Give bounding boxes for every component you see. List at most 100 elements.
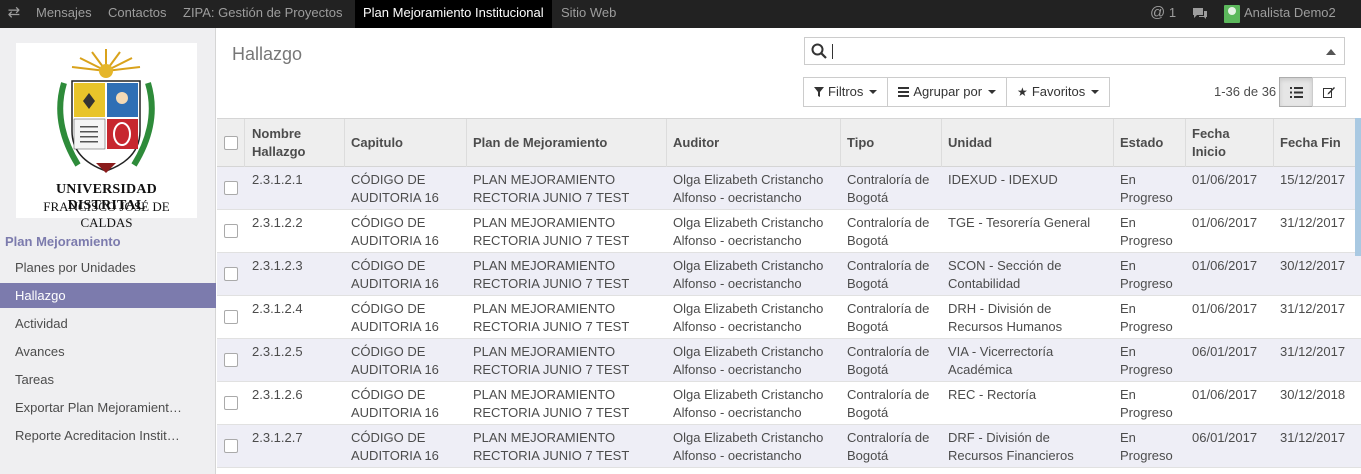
user-menu[interactable]: Analista Demo2 — [1224, 0, 1336, 28]
filters-button[interactable]: Filtros — [803, 77, 889, 107]
cell-auditor: Olga Elizabeth Cristancho Alfonso - oecri… — [666, 386, 823, 422]
col-fecha-inicio[interactable]: Fecha Inicio — [1185, 119, 1274, 167]
cell-line: Contraloría de — [847, 387, 930, 402]
cell-capitulo: CÓDIGO DE AUDITORIA 16 — [344, 386, 439, 422]
sidebar-item-tareas[interactable]: Tareas — [0, 367, 216, 392]
cell-line: Bogotá — [847, 190, 889, 205]
table-row[interactable]: 2.3.1.2.4 CÓDIGO DE AUDITORIA 16 PLAN MEJOR… — [217, 296, 1361, 339]
cell-line: Bogotá — [847, 405, 889, 420]
avatar — [1224, 4, 1240, 23]
logo-line2: FRANCISCO JOSÉ DE CALDAS — [43, 199, 170, 230]
cell-fin: 30/12/2018 — [1280, 387, 1346, 402]
list-view-button[interactable] — [1279, 77, 1313, 107]
cell-line: Progreso — [1120, 362, 1173, 377]
col-auditor[interactable]: Auditor — [666, 119, 841, 167]
nav-zipa[interactable]: ZIPA: Gestión de Proyectos — [175, 0, 350, 28]
col-fecha-fin[interactable]: Fecha Fin — [1273, 119, 1361, 167]
cell-inicio: 06/01/2017 — [1192, 344, 1258, 359]
search-input[interactable] — [804, 37, 1345, 65]
cell-inicio: 01/06/2017 — [1192, 215, 1258, 230]
row-checkbox[interactable] — [224, 267, 238, 281]
search-options-toggle-icon[interactable] — [1326, 49, 1336, 55]
table-row[interactable]: 2.3.1.2.3 CÓDIGO DE AUDITORIA 16 PLAN MEJOR… — [217, 253, 1361, 296]
cell-line: PLAN MEJORAMIENTO — [473, 215, 616, 230]
col-unidad[interactable]: Unidad — [941, 119, 1114, 167]
cell-line: CÓDIGO DE — [351, 301, 426, 316]
edit-icon — [1323, 87, 1335, 98]
row-checkbox[interactable] — [224, 396, 238, 410]
cell-line: Alfonso - oecristancho — [673, 319, 802, 334]
sidebar-item-planes-por-unidades[interactable]: Planes por Unidades — [0, 255, 216, 280]
coat-of-arms-icon — [57, 49, 155, 173]
table-row[interactable]: 2.3.1.2.2 CÓDIGO DE AUDITORIA 16 PLAN MEJOR… — [217, 210, 1361, 253]
cell-line: SCON - Sección de — [948, 258, 1062, 273]
col-nombre-hallazgo-label: Nombre Hallazgo — [252, 126, 306, 159]
cell-tipo: Contraloría de Bogotá — [840, 257, 929, 293]
menu-toggle-icon[interactable]: ⇄ — [4, 3, 24, 23]
table-row[interactable]: 2.3.1.2.6 CÓDIGO DE AUDITORIA 16 PLAN MEJOR… — [217, 382, 1361, 425]
cell-line: DRF - División de — [948, 430, 1050, 445]
row-checkbox[interactable] — [224, 439, 238, 453]
sidebar-item-actividad[interactable]: Actividad — [0, 311, 216, 336]
pager-value[interactable]: 1-36 de 36 — [1214, 84, 1276, 99]
col-estado[interactable]: Estado — [1113, 119, 1186, 167]
cell-line: AUDITORIA 16 — [351, 190, 439, 205]
cell-capitulo: CÓDIGO DE AUDITORIA 16 — [344, 257, 439, 293]
cell-line: Progreso — [1120, 190, 1173, 205]
favorites-button[interactable]: ★ Favoritos — [1006, 77, 1111, 107]
cell-fin: 31/12/2017 — [1280, 344, 1346, 359]
col-nombre-hallazgo[interactable]: Nombre Hallazgo — [245, 119, 345, 167]
col-capitulo[interactable]: Capitulo — [344, 119, 467, 167]
sidebar-section-title: Plan Mejoramiento — [5, 234, 121, 249]
mentions-count: 1 — [1168, 5, 1177, 20]
cell-capitulo: CÓDIGO DE AUDITORIA 16 — [344, 429, 439, 465]
nav-contactos[interactable]: Contactos — [100, 0, 175, 28]
chat-icon[interactable] — [1192, 0, 1208, 28]
cell-auditor: Olga Elizabeth Cristancho Alfonso - oecri… — [666, 171, 823, 207]
top-navbar: ⇄ Mensajes Contactos ZIPA: Gestión de Pr… — [0, 0, 1361, 28]
row-checkbox[interactable] — [224, 224, 238, 238]
cell-line: En — [1120, 301, 1136, 316]
cell-nombre: 2.3.1.2.1 — [252, 172, 303, 187]
cell-unidad: REC - Rectoría — [941, 386, 1036, 404]
sidebar-item-exportar-plan[interactable]: Exportar Plan Mejoramient… — [0, 395, 216, 420]
cell-line: En — [1120, 430, 1136, 445]
sidebar-item-reporte-acreditacion[interactable]: Reporte Acreditacion Instit… — [0, 423, 216, 448]
cell-line: Progreso — [1120, 233, 1173, 248]
table-row[interactable]: 2.3.1.2.7 CÓDIGO DE AUDITORIA 16 PLAN MEJOR… — [217, 425, 1361, 468]
cell-line: PLAN MEJORAMIENTO — [473, 301, 616, 316]
cell-plan: PLAN MEJORAMIENTO RECTORIA JUNIO 7 TEST — [466, 214, 629, 250]
table-row[interactable]: 2.3.1.2.1 CÓDIGO DE AUDITORIA 16 PLAN MEJOR… — [217, 167, 1361, 210]
nav-sitio-web[interactable]: Sitio Web — [553, 0, 624, 28]
cell-line: Olga Elizabeth Cristancho — [673, 258, 824, 273]
col-tipo[interactable]: Tipo — [840, 119, 942, 167]
select-all-checkbox[interactable] — [224, 136, 238, 150]
cell-estado: En Progreso — [1113, 300, 1173, 336]
col-plan-mejoramiento[interactable]: Plan de Mejoramiento — [466, 119, 667, 167]
hallazgo-table: Nombre Hallazgo Capitulo Plan de Mejoram… — [217, 118, 1361, 468]
table-row[interactable]: 2.3.1.2.5 CÓDIGO DE AUDITORIA 16 PLAN MEJOR… — [217, 339, 1361, 382]
row-checkbox[interactable] — [224, 181, 238, 195]
cell-auditor: Olga Elizabeth Cristancho Alfonso - oecri… — [666, 343, 823, 379]
cell-line: RECTORIA JUNIO 7 TEST — [473, 319, 630, 334]
cell-line: Progreso — [1120, 405, 1173, 420]
vertical-scrollbar[interactable] — [1355, 118, 1361, 256]
sidebar-item-hallazgo[interactable]: Hallazgo — [0, 283, 216, 308]
cell-line: Recursos Financieros — [948, 448, 1074, 463]
nav-mensajes[interactable]: Mensajes — [28, 0, 100, 28]
cell-auditor: Olga Elizabeth Cristancho Alfonso - oecri… — [666, 429, 823, 465]
row-checkbox[interactable] — [224, 310, 238, 324]
cell-line: DRH - División de — [948, 301, 1052, 316]
cell-tipo: Contraloría de Bogotá — [840, 214, 929, 250]
nav-plan-mejoramiento[interactable]: Plan Mejoramiento Institucional — [355, 0, 552, 28]
form-view-button[interactable] — [1312, 77, 1346, 107]
sidebar-item-avances[interactable]: Avances — [0, 339, 216, 364]
mentions-button[interactable]: @ 1 — [1150, 0, 1176, 28]
cell-inicio: 01/06/2017 — [1192, 301, 1258, 316]
row-checkbox[interactable] — [224, 353, 238, 367]
cell-nombre: 2.3.1.2.4 — [252, 301, 303, 316]
group-by-button[interactable]: Agrupar por — [887, 77, 1008, 107]
cell-line: Bogotá — [847, 362, 889, 377]
cell-line: Bogotá — [847, 319, 889, 334]
cell-plan: PLAN MEJORAMIENTO RECTORIA JUNIO 7 TEST — [466, 386, 629, 422]
